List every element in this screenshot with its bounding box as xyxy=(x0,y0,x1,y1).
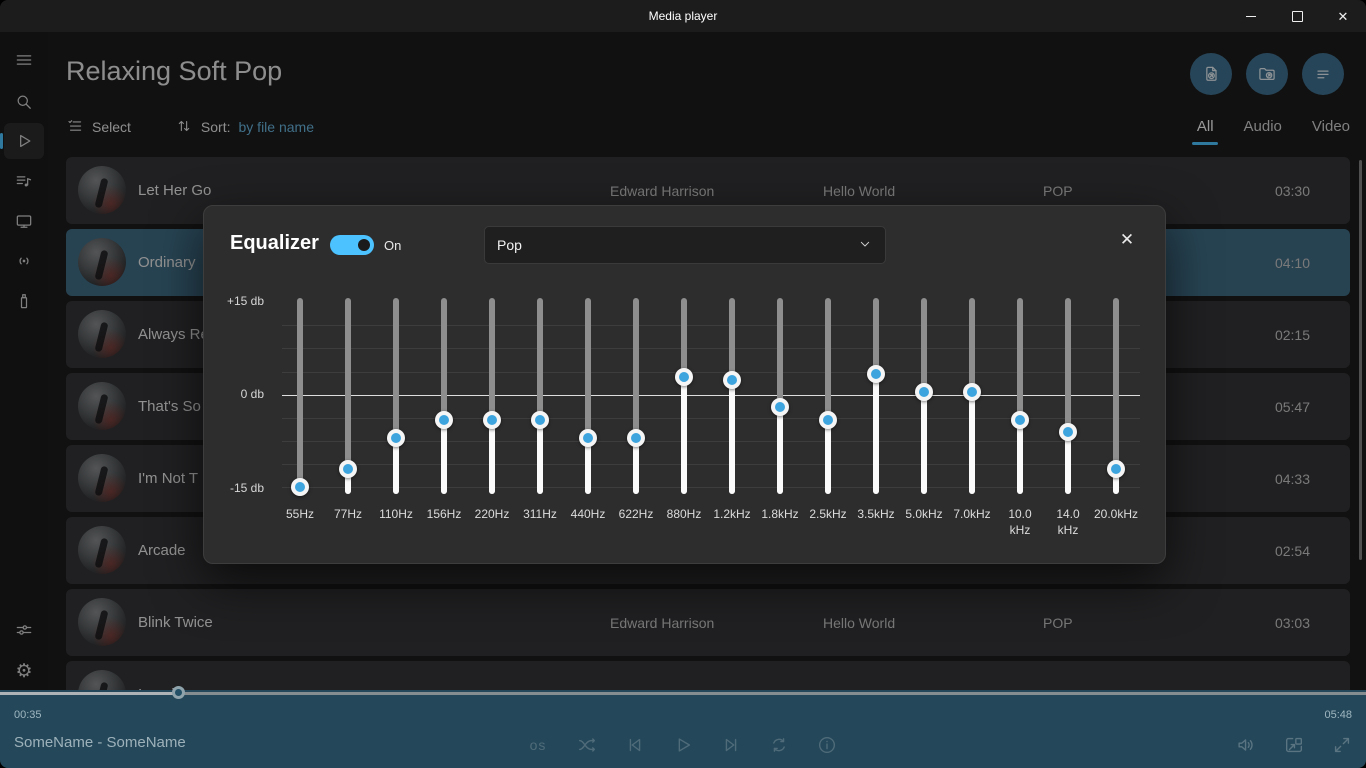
repeat-button[interactable] xyxy=(763,733,795,757)
eq-slider-fill xyxy=(873,374,879,494)
eq-band-311hz: 311Hz xyxy=(516,206,564,546)
fullscreen-button[interactable] xyxy=(1326,733,1358,757)
eq-band-622hz: 622Hz xyxy=(612,206,660,546)
eq-band-2.5khz: 2.5kHz xyxy=(804,206,852,546)
maximize-icon xyxy=(1292,11,1303,22)
eq-slider-track[interactable] xyxy=(297,298,303,494)
mini-player-button[interactable] xyxy=(1278,733,1310,757)
seek-thumb[interactable] xyxy=(172,686,185,699)
eq-band-1.8khz: 1.8kHz xyxy=(756,206,804,546)
axis-label-top: +15 db xyxy=(204,294,264,308)
info-button[interactable] xyxy=(811,733,843,757)
eq-slider-thumb[interactable] xyxy=(675,368,693,386)
eq-band-10.0khz: 10.0kHz xyxy=(996,206,1044,546)
eq-band-label: 20.0kHz xyxy=(1086,506,1146,522)
eq-band-110hz: 110Hz xyxy=(372,206,420,546)
eq-slider-thumb[interactable] xyxy=(1011,411,1029,429)
eq-band-14.0khz: 14.0kHz xyxy=(1044,206,1092,546)
eq-slider-fill xyxy=(969,392,975,494)
eq-slider-fill xyxy=(681,377,687,494)
minimize-button[interactable] xyxy=(1228,0,1274,32)
eq-slider-thumb[interactable] xyxy=(435,411,453,429)
eq-band-220hz: 220Hz xyxy=(468,206,516,546)
now-playing-title: SomeName - SomeName xyxy=(14,734,186,751)
eq-band-156hz: 156Hz xyxy=(420,206,468,546)
eq-slider-fill xyxy=(1017,420,1023,494)
shuffle-button[interactable] xyxy=(571,733,603,757)
eq-slider-thumb[interactable] xyxy=(531,411,549,429)
eq-band-77hz: 77Hz xyxy=(324,206,372,546)
eq-slider-thumb[interactable] xyxy=(627,429,645,447)
eq-slider-thumb[interactable] xyxy=(915,383,933,401)
eq-band-880hz: 880Hz xyxy=(660,206,708,546)
eq-slider-fill xyxy=(729,380,735,494)
play-button[interactable] xyxy=(667,733,699,757)
speed-icon: os xyxy=(530,737,547,753)
equalizer-dialog: Equalizer On Pop ✕ +15 db 0 db -15 db 55… xyxy=(203,205,1166,564)
eq-slider-fill xyxy=(921,392,927,494)
eq-band-3.5khz: 3.5kHz xyxy=(852,206,900,546)
close-button[interactable]: ✕ xyxy=(1320,0,1366,32)
eq-band-1.2khz: 1.2kHz xyxy=(708,206,756,546)
seek-fill xyxy=(0,692,178,695)
close-icon: ✕ xyxy=(1338,10,1349,23)
app-content: ⚙ Relaxing Soft Pop Select Sort: by file… xyxy=(0,32,1366,690)
volume-icon xyxy=(1235,734,1257,756)
eq-slider-thumb[interactable] xyxy=(1107,460,1125,478)
play-outline-icon xyxy=(672,734,694,756)
next-icon xyxy=(720,734,742,756)
eq-slider-fill xyxy=(537,420,543,494)
eq-band-20.0khz: 20.0kHz xyxy=(1092,206,1140,546)
axis-label-bottom: -15 db xyxy=(204,481,264,495)
fullscreen-icon xyxy=(1331,734,1353,756)
info-icon xyxy=(816,734,838,756)
window-title: Media player xyxy=(0,0,1366,32)
eq-slider-thumb[interactable] xyxy=(1059,423,1077,441)
minimize-icon xyxy=(1246,16,1256,17)
shuffle-icon xyxy=(576,734,598,756)
elapsed-time: 00:35 xyxy=(14,709,42,721)
eq-slider-thumb[interactable] xyxy=(339,460,357,478)
previous-icon xyxy=(624,734,646,756)
eq-band-5.0khz: 5.0kHz xyxy=(900,206,948,546)
eq-slider-fill xyxy=(441,420,447,494)
eq-slider-thumb[interactable] xyxy=(387,429,405,447)
eq-slider-thumb[interactable] xyxy=(963,383,981,401)
playback-bar: 00:35 05:48 SomeName - SomeName os xyxy=(0,690,1366,768)
eq-slider-fill xyxy=(489,420,495,494)
eq-slider-fill xyxy=(1065,432,1071,494)
seek-bar[interactable] xyxy=(0,692,1366,695)
volume-button[interactable] xyxy=(1230,733,1262,757)
eq-slider-thumb[interactable] xyxy=(483,411,501,429)
eq-slider-thumb[interactable] xyxy=(819,411,837,429)
eq-band-7.0khz: 7.0kHz xyxy=(948,206,996,546)
eq-slider-thumb[interactable] xyxy=(867,365,885,383)
mini-player-icon xyxy=(1283,734,1305,756)
media-player-window: Media player ✕ ⚙ Relaxing Soft Pop Selec… xyxy=(0,0,1366,768)
eq-slider-fill xyxy=(777,407,783,494)
next-button[interactable] xyxy=(715,733,747,757)
eq-slider-thumb[interactable] xyxy=(291,478,309,496)
axis-label-zero: 0 db xyxy=(204,387,264,401)
eq-band-440hz: 440Hz xyxy=(564,206,612,546)
eq-slider-fill xyxy=(825,420,831,494)
eq-band-55hz: 55Hz xyxy=(276,206,324,546)
maximize-button[interactable] xyxy=(1274,0,1320,32)
previous-button[interactable] xyxy=(619,733,651,757)
titlebar: Media player ✕ xyxy=(0,0,1366,32)
repeat-icon xyxy=(768,734,790,756)
eq-slider-thumb[interactable] xyxy=(723,371,741,389)
eq-slider-thumb[interactable] xyxy=(771,398,789,416)
remaining-time: 05:48 xyxy=(1324,709,1352,721)
eq-slider-thumb[interactable] xyxy=(579,429,597,447)
playback-speed-button[interactable]: os xyxy=(522,733,554,757)
